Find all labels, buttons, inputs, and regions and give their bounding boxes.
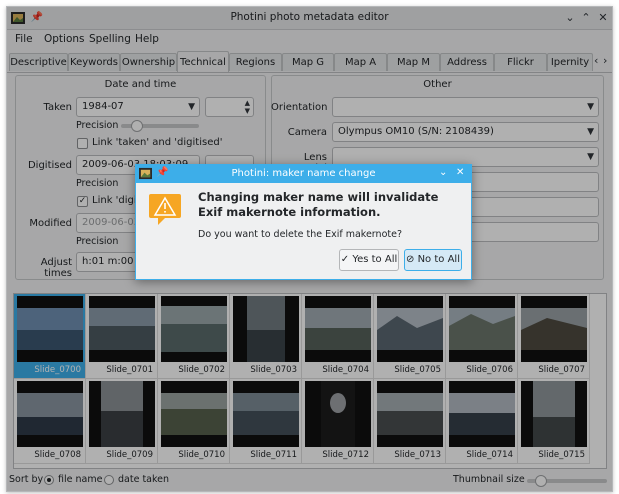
dialog-text: Do you want to delete the Exif makernote…: [198, 229, 402, 240]
check-icon: ✓: [340, 254, 353, 265]
maker-name-dialog: 📌 Photini: maker name change ⌄ ✕ Changin…: [135, 164, 472, 280]
yes-to-all-label: Yes to All: [352, 254, 398, 265]
no-to-all-label: No to All: [417, 254, 460, 265]
chevron-down-icon[interactable]: ⌄: [439, 167, 447, 178]
yes-to-all-button[interactable]: ✓ Yes to All: [339, 249, 399, 271]
dialog-title: Photini: maker name change: [231, 168, 376, 179]
no-to-all-button[interactable]: ⊘ No to All: [404, 249, 462, 271]
cancel-icon: ⊘: [406, 254, 418, 265]
dialog-heading: Changing maker name will invalidate Exif…: [198, 190, 439, 219]
close-icon[interactable]: ✕: [456, 167, 464, 178]
warning-icon: [149, 194, 181, 225]
dialog-title-bar: 📌 Photini: maker name change ⌄ ✕: [136, 165, 471, 183]
